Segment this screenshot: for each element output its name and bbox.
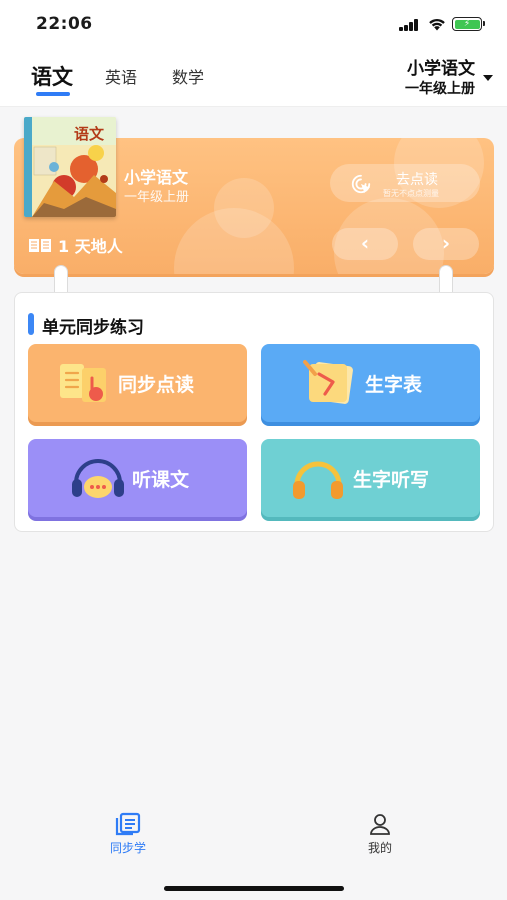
chevron-down-icon[interactable] [483,75,493,81]
subject-nav: 语文 英语 数学 小学语文 一年级上册 [0,50,507,107]
open-book-icon [29,239,51,252]
tab-chinese[interactable]: 语文 [31,61,73,91]
character-table-tile[interactable]: 生字表 [261,344,480,422]
tab-profile[interactable]: 我的 [340,812,420,856]
active-tab-indicator [36,92,70,96]
status-time: 22:06 [36,14,93,34]
home-indicator [164,886,344,891]
wifi-icon [429,18,445,31]
sync-read-icon [60,364,106,402]
character-table-label: 生字表 [365,374,423,396]
battery-icon: ⚡ [452,17,485,31]
go-read-label: 去点读 [396,172,438,188]
book-selector-title: 小学语文 [407,59,475,79]
user-icon [370,814,390,835]
listen-text-label: 听课文 [132,469,190,491]
banner-subtitle: 一年级上册 [124,190,190,205]
status-bar: 22:06 ⚡ [0,0,507,50]
days-counter: 1 天地人 [28,233,123,257]
cover-title: 语文 [74,125,105,143]
section-title-marker [28,313,34,335]
tab-sync-study-label: 同步学 [109,841,146,855]
days-label: 1 天地人 [58,237,123,256]
textbook-cover[interactable]: 语文 [24,117,116,217]
book-selector-volume: 一年级上册 [405,81,475,97]
tab-profile-label: 我的 [367,841,392,855]
book-list-icon [115,812,141,836]
headphones-icon [293,461,343,499]
signal-icon [399,19,421,31]
listen-text-icon [72,459,124,498]
go-read-hint: 暂无不点点测量 [383,189,439,198]
section-title: 单元同步练习 [42,318,144,338]
dictation-tile[interactable]: 生字听写 [261,439,480,517]
prev-button[interactable]: ‹ [332,228,398,260]
dictation-label: 生字听写 [353,469,430,491]
go-read-button[interactable]: 去点读 暂无不点点测量 [330,164,480,202]
tab-math[interactable]: 数学 [172,64,204,88]
tab-sync-study[interactable]: 同步学 [88,812,168,856]
next-button[interactable]: › [413,228,479,260]
tap-cursor-icon [351,174,371,194]
sync-read-label: 同步点读 [118,374,195,396]
sync-read-tile[interactable]: 同步点读 [28,344,247,422]
listen-text-tile[interactable]: 听课文 [28,439,247,517]
character-table-icon [303,360,353,404]
banner-title: 小学语文 [124,168,189,187]
tab-english[interactable]: 英语 [105,64,137,88]
book-selector[interactable]: 小学语文 一年级上册 [405,58,475,98]
